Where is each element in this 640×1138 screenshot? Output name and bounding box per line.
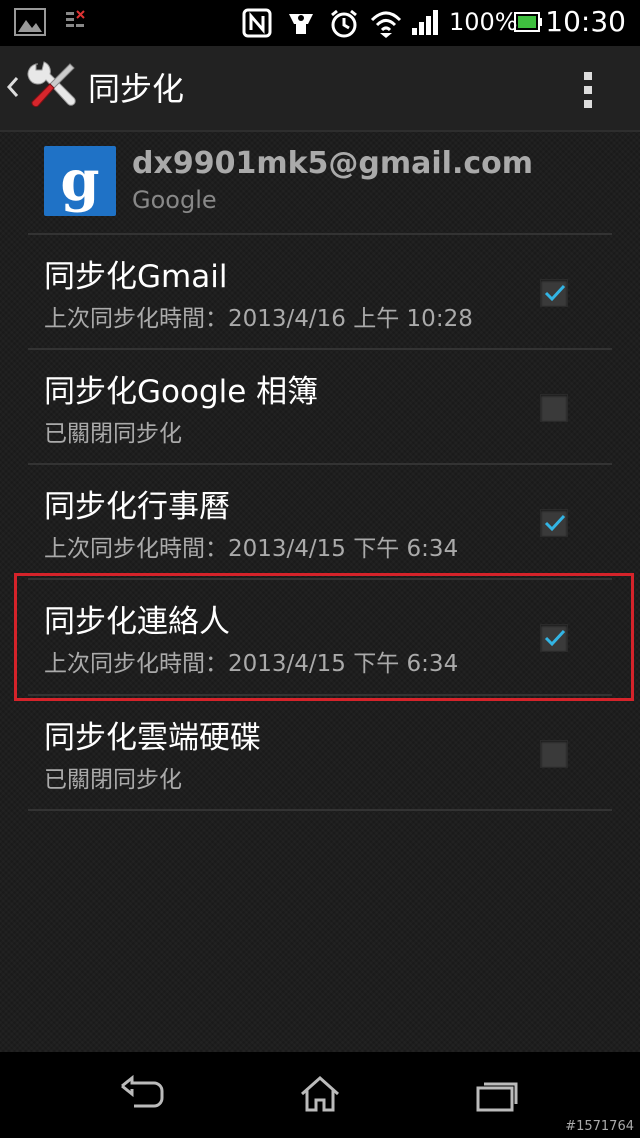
sync-item-gmail[interactable]: 同步化Gmail 上次同步化時間：2013/4/16 上午 10:28 bbox=[0, 235, 640, 349]
highlight-box bbox=[14, 573, 634, 701]
sync-item-status: 上次同步化時間：2013/4/15 下午 6:34 bbox=[44, 536, 459, 562]
action-bar: 同步化 bbox=[0, 46, 640, 132]
clock: 10:30 bbox=[545, 5, 626, 38]
smart-connect-icon bbox=[286, 8, 316, 42]
google-logo-icon: g bbox=[44, 146, 116, 216]
gallery-notification-icon bbox=[14, 8, 46, 40]
battery-icon bbox=[514, 11, 542, 37]
settings-tools-icon[interactable] bbox=[26, 60, 76, 116]
sync-item-title: 同步化Google 相簿 bbox=[44, 374, 319, 410]
alarm-icon bbox=[328, 8, 360, 44]
status-bar: 100% 10:30 bbox=[0, 0, 640, 46]
page-title: 同步化 bbox=[88, 70, 185, 108]
home-button-icon[interactable] bbox=[298, 1074, 342, 1118]
divider bbox=[28, 809, 612, 811]
sync-checkbox[interactable] bbox=[540, 740, 568, 768]
overflow-menu-icon[interactable] bbox=[584, 72, 594, 114]
nfc-icon bbox=[242, 8, 272, 42]
sync-item-status: 已關閉同步化 bbox=[44, 421, 182, 447]
account-email: dx9901mk5@gmail.com bbox=[132, 146, 534, 181]
recent-apps-button-icon[interactable] bbox=[474, 1076, 520, 1116]
back-button-icon[interactable] bbox=[118, 1072, 166, 1116]
sync-item-title: 同步化雲端硬碟 bbox=[44, 720, 261, 756]
battery-percent: 100% bbox=[449, 8, 518, 36]
sync-checkbox[interactable] bbox=[540, 509, 568, 537]
sync-item-status: 已關閉同步化 bbox=[44, 767, 182, 793]
sync-item-title: 同步化Gmail bbox=[44, 259, 228, 295]
data-disabled-notification-icon bbox=[64, 8, 86, 38]
sync-checkbox[interactable] bbox=[540, 394, 568, 422]
sync-item-status: 上次同步化時間：2013/4/16 上午 10:28 bbox=[44, 306, 473, 332]
sync-checkbox[interactable] bbox=[540, 279, 568, 307]
navigation-bar: #1571764 bbox=[0, 1052, 640, 1138]
account-type: Google bbox=[132, 186, 217, 214]
account-header: g dx9901mk5@gmail.com Google bbox=[0, 134, 640, 234]
sync-item-title: 同步化行事曆 bbox=[44, 489, 230, 525]
watermark: #1571764 bbox=[565, 1119, 634, 1134]
sync-item-drive[interactable]: 同步化雲端硬碟 已關閉同步化 bbox=[0, 696, 640, 810]
signal-icon bbox=[410, 8, 440, 40]
sync-item-google-photos[interactable]: 同步化Google 相簿 已關閉同步化 bbox=[0, 350, 640, 464]
sync-item-calendar[interactable]: 同步化行事曆 上次同步化時間：2013/4/15 下午 6:34 bbox=[0, 465, 640, 579]
back-chevron-icon[interactable] bbox=[6, 74, 20, 104]
wifi-icon bbox=[370, 8, 402, 42]
